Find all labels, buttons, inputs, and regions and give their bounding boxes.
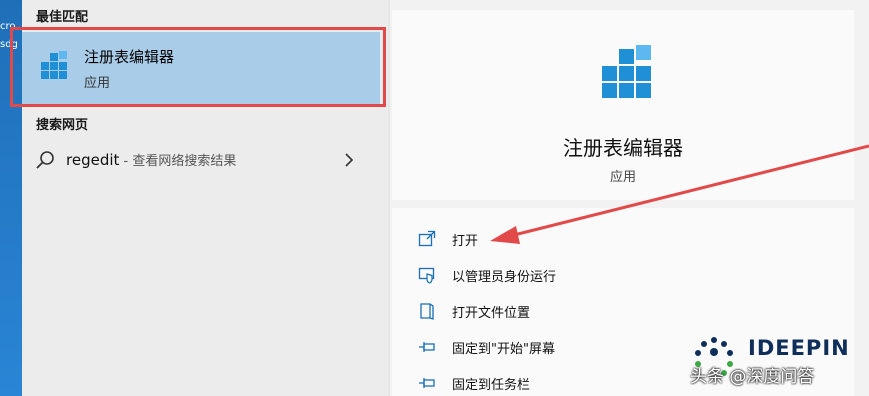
action-pin-to-taskbar[interactable]: 固定到任务栏: [418, 372, 718, 394]
app-summary-card: 注册表编辑器 应用: [392, 10, 854, 200]
pin-icon: [419, 378, 435, 388]
search-icon: [36, 151, 54, 169]
watermark: IDEEPIN 头条 @深度问答: [684, 332, 864, 392]
action-open-file-location-label: 打开文件位置: [452, 306, 531, 321]
highlight-box: [10, 27, 386, 107]
watermark-byline: 头条 @深度问答: [690, 367, 815, 387]
app-title: 注册表编辑器: [563, 136, 683, 160]
open-window-icon: [418, 230, 436, 247]
web-search-hint: - 查看网络搜索结果: [119, 154, 237, 169]
best-match-heading: 最佳匹配: [36, 10, 89, 25]
web-search-query: regedit: [66, 151, 120, 169]
action-pin-to-start[interactable]: 固定到"开始"屏幕: [418, 336, 718, 358]
file-location-icon: [420, 303, 434, 320]
web-search-result[interactable]: regedit - 查看网络搜索结果: [22, 140, 380, 180]
pin-icon: [419, 342, 435, 352]
registry-editor-icon: [602, 45, 651, 98]
action-open-file-location[interactable]: 打开文件位置: [418, 300, 718, 322]
action-open[interactable]: 打开: [418, 228, 718, 250]
shield-run-icon: [418, 267, 435, 284]
action-pin-to-taskbar-label: 固定到任务栏: [452, 378, 531, 393]
web-search-heading: 搜索网页: [36, 118, 89, 133]
action-open-label: 打开: [452, 234, 479, 249]
action-run-as-admin[interactable]: 以管理员身份运行: [418, 264, 718, 286]
watermark-brand: IDEEPIN: [748, 336, 850, 360]
action-run-as-admin-label: 以管理员身份运行: [452, 270, 557, 285]
app-subtitle: 应用: [609, 170, 636, 185]
action-pin-to-start-label: 固定到"开始"屏幕: [452, 342, 555, 357]
chevron-right-icon[interactable]: [342, 149, 356, 171]
